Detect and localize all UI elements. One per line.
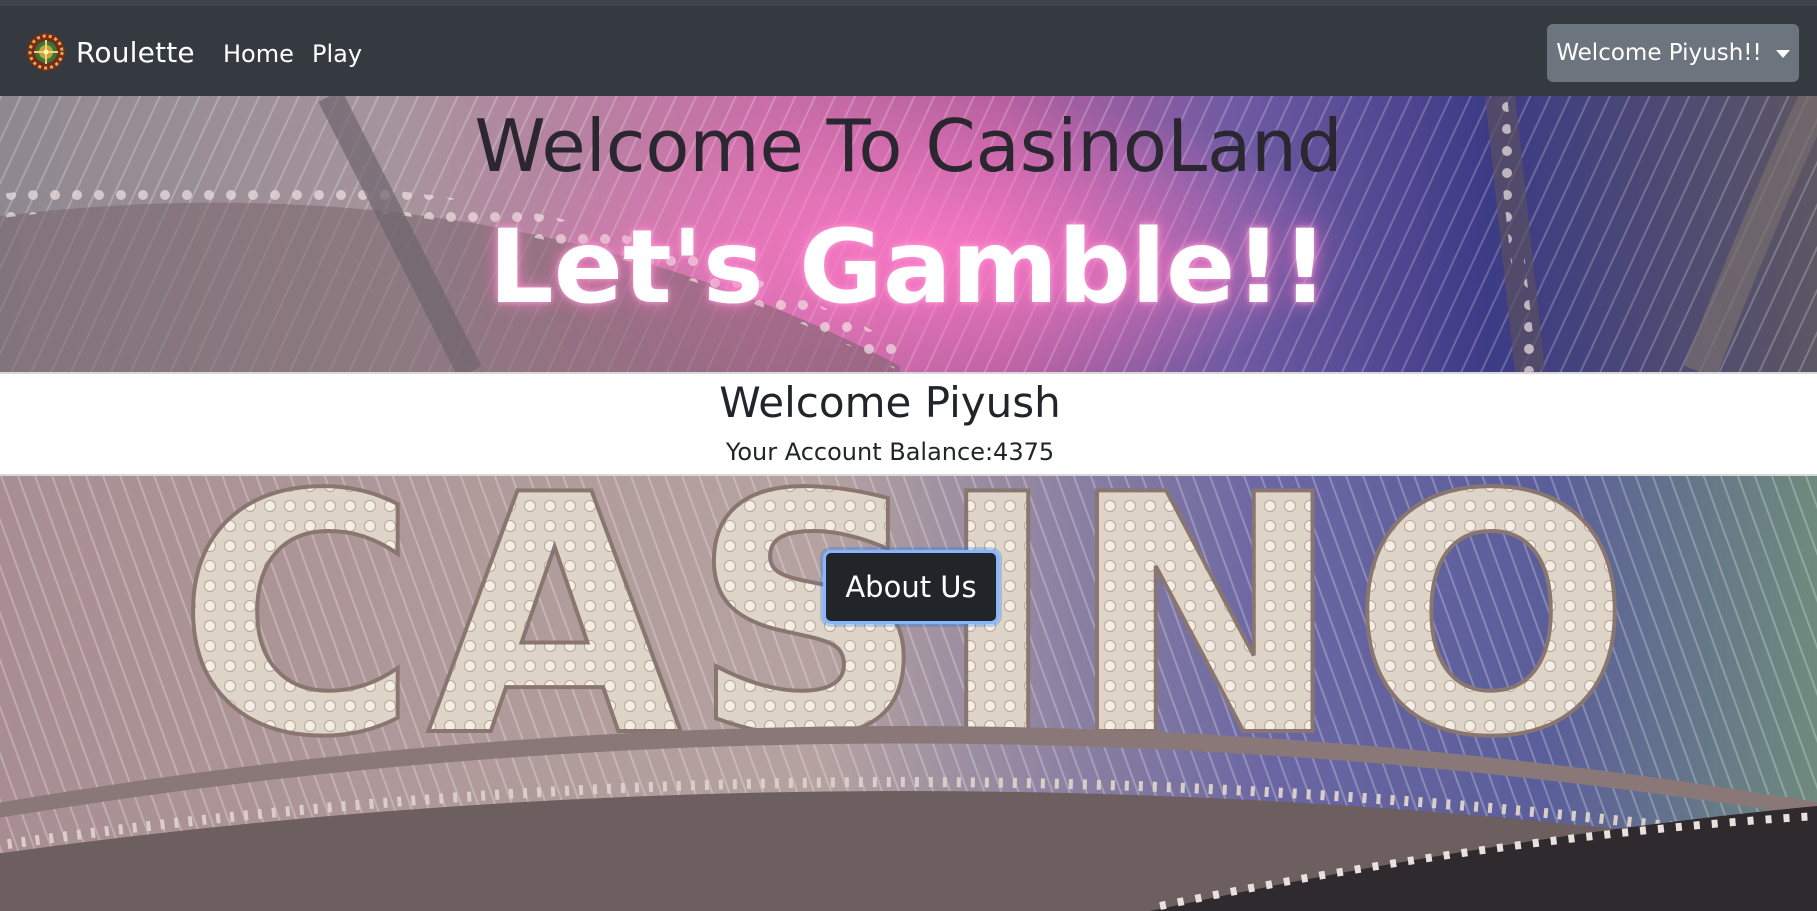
about-us-button[interactable]: About Us: [823, 550, 999, 624]
user-menu-label: Welcome Piyush!!: [1556, 40, 1762, 66]
hero-banner: Welcome To CasinoLand Let's Gamble!!: [0, 96, 1817, 372]
nav-link-play[interactable]: Play: [312, 40, 362, 68]
brand[interactable]: Roulette: [26, 32, 195, 72]
welcome-heading: Welcome Piyush: [719, 378, 1061, 427]
brand-name: Roulette: [76, 35, 195, 69]
casino-sign-section: CASINO About Us: [0, 476, 1817, 911]
account-summary: Welcome Piyush Your Account Balance:4375: [0, 372, 1817, 476]
nav-link-home[interactable]: Home: [223, 40, 294, 68]
hero-subtitle: Let's Gamble!!: [488, 208, 1329, 327]
navbar: Roulette Home Play Welcome Piyush!!: [0, 0, 1817, 96]
user-menu-button[interactable]: Welcome Piyush!!: [1547, 24, 1799, 82]
account-balance: Your Account Balance:4375: [725, 438, 1055, 466]
hero-title: Welcome To CasinoLand: [474, 104, 1343, 188]
roulette-wheel-icon: [27, 33, 65, 71]
casino-sign-background: CASINO: [0, 476, 1817, 911]
chevron-down-icon: [1775, 50, 1790, 58]
